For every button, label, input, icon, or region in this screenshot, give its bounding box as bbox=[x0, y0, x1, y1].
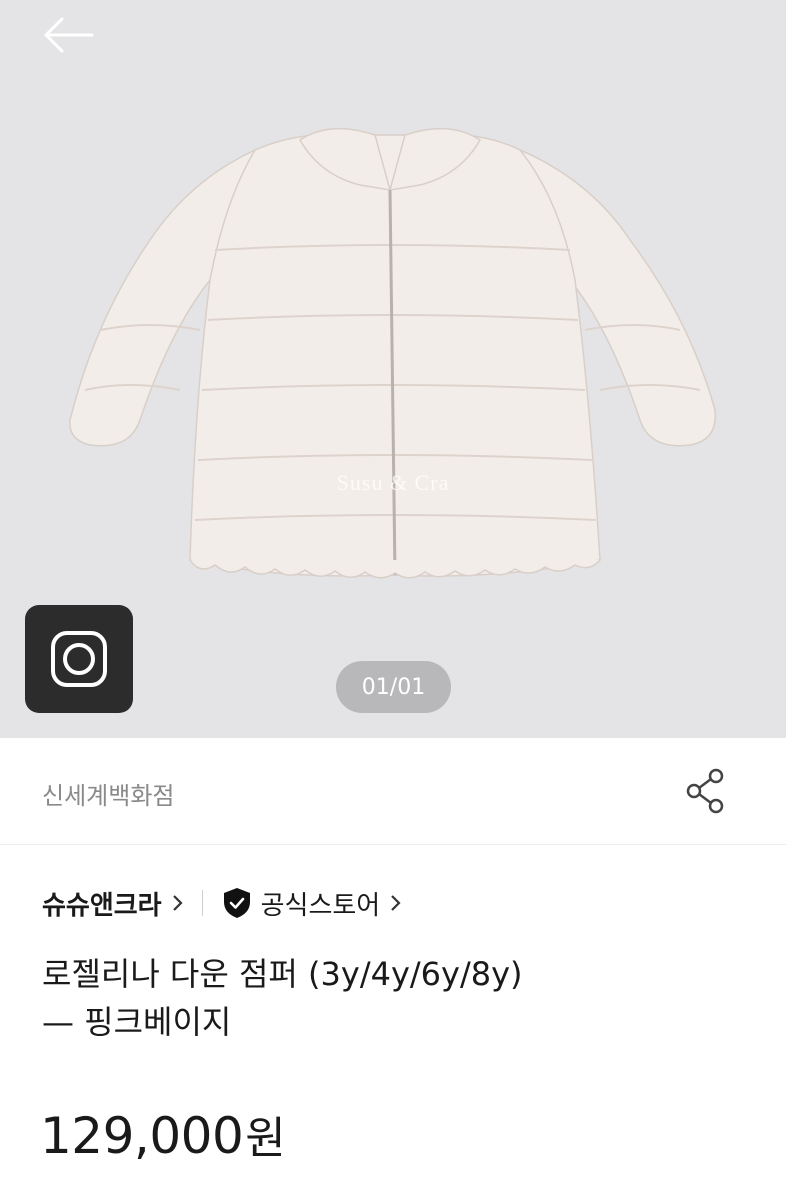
instagram-button[interactable] bbox=[25, 605, 133, 713]
share-icon bbox=[686, 768, 724, 814]
product-image-gallery[interactable]: Susu & Cra 01/01 bbox=[0, 0, 786, 738]
store-name[interactable]: 신세계백화점 bbox=[42, 776, 174, 811]
camera-icon bbox=[51, 631, 107, 687]
chevron-right-icon bbox=[172, 895, 183, 911]
store-row: 신세계백화점 bbox=[0, 738, 786, 845]
price-value: 129,000 bbox=[40, 1107, 244, 1165]
product-title: 로젤리나 다운 점퍼 (3y/4y/6y/8y) — 핑크베이지 bbox=[42, 950, 742, 1046]
product-price: 129,000 원 bbox=[40, 1102, 286, 1166]
image-watermark: Susu & Cra bbox=[336, 470, 450, 495]
price-unit: 원 bbox=[245, 1113, 286, 1164]
chevron-right-icon bbox=[391, 895, 401, 911]
brand-link[interactable]: 슈슈앤크라 bbox=[42, 885, 162, 922]
product-title-line: 로젤리나 다운 점퍼 (3y/4y/6y/8y) bbox=[42, 955, 523, 993]
brand-row: 슈슈앤크라 공식스토어 bbox=[42, 880, 402, 926]
divider bbox=[201, 890, 203, 916]
official-store-link[interactable]: 공식스토어 bbox=[261, 885, 381, 922]
back-button[interactable] bbox=[38, 12, 98, 58]
arrow-left-icon bbox=[44, 17, 94, 53]
image-counter: 01/01 bbox=[336, 661, 451, 713]
product-title-line: — 핑크베이지 bbox=[42, 1003, 232, 1041]
shield-check-icon bbox=[223, 888, 250, 918]
share-button[interactable] bbox=[682, 766, 732, 816]
